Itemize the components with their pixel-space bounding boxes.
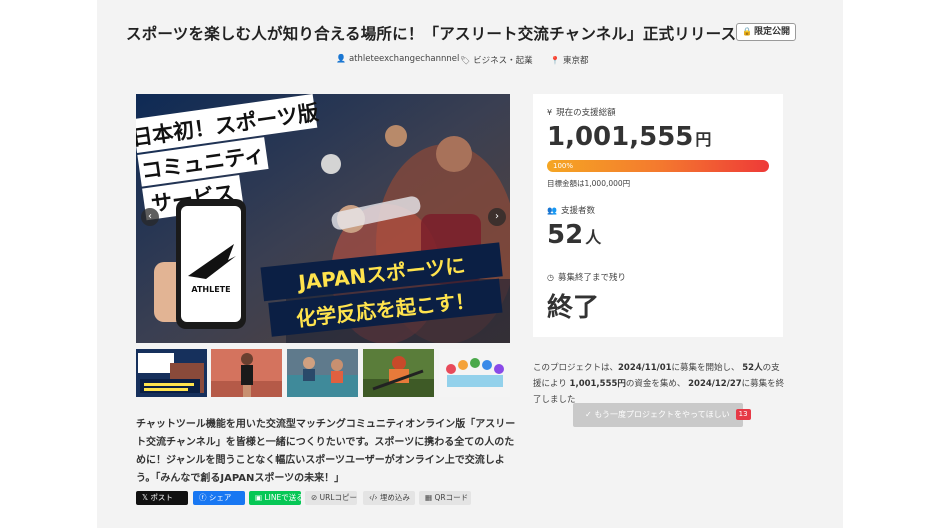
request-again-count: 13 (735, 409, 751, 420)
category-name: ビジネス・起業 (473, 56, 533, 66)
remaining-label-text: 募集終了まで残り (557, 273, 626, 283)
summary-end-date: 2024/12/27 (688, 379, 742, 389)
project-summary: このプロジェクトは、2024/11/01に募集を開始し、 52人の支援により 1… (533, 360, 788, 408)
chevron-right-icon: › (495, 211, 499, 222)
hero-image[interactable]: 日本初！スポーツ版 コミュニティ サービス ATHLETE JAPANスポーツに… (136, 94, 510, 343)
location-name: 東京都 (562, 56, 589, 66)
url-copy-button[interactable]: ⊘ URLコピー (305, 491, 357, 505)
carousel-prev-button[interactable]: ‹ (141, 208, 159, 226)
lock-icon: 🔒 (742, 27, 752, 36)
phone-logo-text: ATHLETE (191, 285, 230, 294)
category-link[interactable]: 🏷 ビジネス・起業 (460, 54, 533, 66)
check-icon: ✓ (585, 410, 595, 419)
hero-illustration: 日本初！スポーツ版 コミュニティ サービス ATHLETE JAPANスポーツに… (136, 94, 510, 343)
share-facebook-label: シェア (208, 493, 232, 502)
thumbnail-1[interactable] (136, 349, 207, 397)
limited-badge: 🔒 限定公開 (736, 23, 796, 41)
summary-text-2: に募集を開始し、 (671, 363, 740, 373)
share-line-button[interactable]: ▣ LINEで送る (249, 491, 304, 505)
funding-stats-card: ¥ 現在の支援総額 1,001,555 円 100% 目標金額は1,000,000円… (533, 94, 783, 337)
summary-amount: 1,001,555円 (569, 379, 626, 389)
request-again-button[interactable]: ✓ もう一度プロジェクトをやってほしい 13 (573, 403, 751, 427)
backers-count-value: 52 (547, 220, 584, 250)
location-link[interactable]: 📍 東京都 (550, 54, 588, 66)
goal-amount: 目標金額は1,000,000円 (547, 179, 631, 188)
backers-label-text: 支援者数 (560, 206, 595, 216)
url-copy-label: URLコピー (319, 493, 358, 502)
project-title: スポーツを楽しむ人が知り合える場所に！「アスリート交流チャンネル」正式リリース！ (126, 25, 752, 43)
yen-icon: ¥ (547, 108, 553, 117)
total-amount-currency: 円 (695, 130, 712, 149)
remaining-value: 終了 (547, 293, 600, 323)
chevron-left-icon: ‹ (148, 211, 152, 222)
progress-bar: 100% (547, 160, 769, 172)
summary-text-4: の資金を集め、 (625, 379, 686, 389)
summary-text-1: このプロジェクトは、 (533, 363, 619, 373)
thumbnail-3[interactable] (287, 349, 358, 397)
thumbnail-strip (136, 349, 510, 397)
map-pin-icon: 📍 (550, 56, 560, 65)
limited-badge-label: 限定公開 (753, 27, 790, 37)
project-description: チャットツール機能を用いた交流型マッチングコミュニティオンライン版「アスリート交… (136, 419, 516, 484)
total-amount-value: 1,001,555 (547, 122, 694, 152)
remaining-label: ◷ 募集終了まで残り (547, 271, 626, 283)
carousel-next-button[interactable]: › (488, 208, 506, 226)
share-line-label: LINEで送る (264, 493, 304, 502)
qr-code-label: QRコード (434, 493, 469, 502)
embed-label: 埋め込み (379, 493, 410, 502)
users-icon: 👥 (547, 206, 557, 215)
user-icon: 👤 (336, 54, 346, 63)
tag-icon: 🏷 (460, 56, 471, 65)
owner-link[interactable]: 👤 athleteexchangechannnel (336, 54, 459, 64)
total-label-text: 現在の支援総額 (556, 108, 616, 118)
backers-count: 52 人 (547, 220, 601, 250)
owner-name: athleteexchangechannnel (348, 54, 460, 64)
facebook-icon: ⓕ (199, 493, 209, 502)
backers-count-unit: 人 (585, 228, 602, 247)
share-x-button[interactable]: 𝕏 ポスト (136, 491, 188, 505)
thumbnail-4[interactable] (363, 349, 434, 397)
share-x-label: ポスト (150, 493, 173, 502)
qr-code-button[interactable]: ▦ QRコード (419, 491, 471, 505)
code-icon: ‹/› (369, 493, 380, 502)
thumbnail-2[interactable] (211, 349, 282, 397)
total-label: ¥ 現在の支援総額 (547, 106, 616, 118)
share-facebook-button[interactable]: ⓕ シェア (193, 491, 245, 505)
backers-label: 👥 支援者数 (547, 204, 595, 216)
thumbnail-5[interactable] (439, 349, 510, 397)
request-again-label: もう一度プロジェクトをやってほしい (594, 410, 730, 419)
link-icon: ⊘ (311, 493, 320, 502)
total-amount: 1,001,555 円 (547, 122, 711, 152)
clock-icon: ◷ (547, 273, 554, 282)
summary-start-date: 2024/11/01 (618, 363, 672, 373)
summary-backers: 52人 (742, 363, 763, 373)
progress-text: 100% (553, 162, 574, 170)
embed-button[interactable]: ‹/› 埋め込み (363, 491, 415, 505)
